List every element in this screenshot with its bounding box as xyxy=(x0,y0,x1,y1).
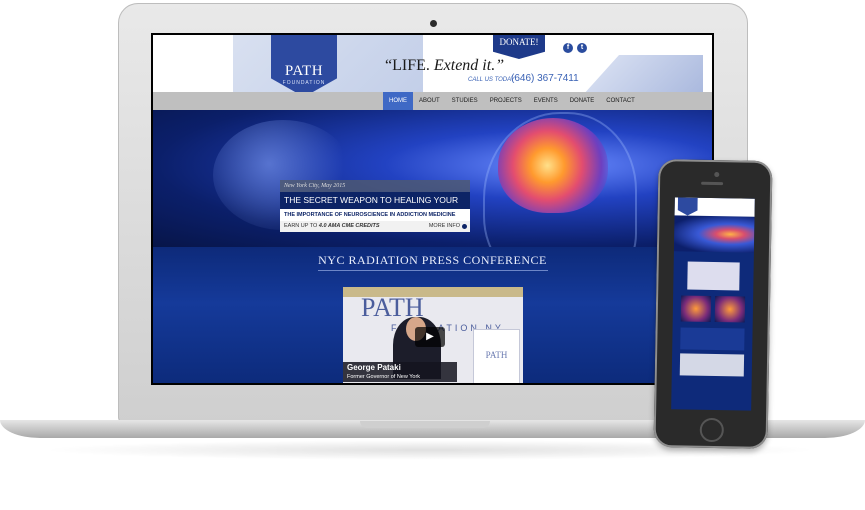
twitter-icon[interactable]: t xyxy=(577,43,587,53)
phone-frame xyxy=(653,159,773,449)
press-title: NYC RADIATION PRESS CONFERENCE xyxy=(318,253,547,267)
phone-camera-icon xyxy=(714,172,720,178)
video-podium-sign: PATH xyxy=(473,329,520,383)
camera-icon xyxy=(430,20,437,27)
phone-number[interactable]: (646) 367-7411 xyxy=(511,73,579,84)
promo-date: New York City, May 2015 xyxy=(280,180,470,192)
caption-role: Former Governor of New York xyxy=(347,374,421,380)
credits-value: 4.0 AMA CME CREDITS xyxy=(318,223,380,229)
phone-speaker xyxy=(701,181,724,186)
laptop-notch xyxy=(360,421,490,428)
hero-promo-card[interactable]: New York City, May 2015 THE SECRET WEAPO… xyxy=(280,180,470,242)
phone-logo xyxy=(678,197,698,215)
nav-projects[interactable]: PROJECTS xyxy=(484,92,528,110)
credits-prefix: EARN UP TO xyxy=(284,223,319,229)
podium-sign-text: PATH xyxy=(485,350,508,360)
path-logo[interactable]: PATH FOUNDATION xyxy=(271,35,337,92)
title-divider xyxy=(318,270,548,271)
phone-site-header xyxy=(674,197,755,217)
phone-screen xyxy=(671,197,755,411)
nav-events[interactable]: EVENTS xyxy=(528,92,564,110)
more-info-icon[interactable] xyxy=(462,224,467,229)
tagline-emphasis: Extend it.” xyxy=(433,57,505,74)
caption-name: George Pataki xyxy=(347,363,401,372)
nav-home[interactable]: HOME xyxy=(383,92,413,110)
phone-thumbnail-row xyxy=(680,295,746,323)
laptop-frame: PATH FOUNDATION “LIFE. Extend it.” CALL … xyxy=(118,3,748,423)
laptop-screen: PATH FOUNDATION “LIFE. Extend it.” CALL … xyxy=(151,33,714,385)
phone-thumbnail xyxy=(714,296,746,323)
nav-donate[interactable]: DONATE xyxy=(564,92,601,110)
phone-content-block xyxy=(679,353,745,377)
main-nav: HOME ABOUT STUDIES PROJECTS EVENTS DONAT… xyxy=(153,92,712,110)
press-video[interactable]: PATH FOUNDATION NY ▶ PATH George Pataki … xyxy=(343,287,523,383)
video-caption: George Pataki Former Governor of New Yor… xyxy=(343,362,457,382)
phone-content-block xyxy=(680,327,745,351)
nav-studies[interactable]: STUDIES xyxy=(446,92,484,110)
phone-press-title xyxy=(674,251,754,262)
hero-banner: New York City, May 2015 THE SECRET WEAPO… xyxy=(153,110,712,247)
more-info-link[interactable]: MORE INFO xyxy=(429,221,460,232)
website-viewport: PATH FOUNDATION “LIFE. Extend it.” CALL … xyxy=(153,35,712,383)
promo-title[interactable]: THE SECRET WEAPON TO HEALING YOUR BRAIN xyxy=(280,192,470,222)
donate-badge-button[interactable]: DONATE! xyxy=(493,35,545,59)
promo-footer: EARN UP TO 4.0 AMA CME CREDITS MORE INFO xyxy=(280,221,470,232)
phone-video-thumb xyxy=(687,261,740,291)
nav-about[interactable]: ABOUT xyxy=(413,92,446,110)
press-section: NYC RADIATION PRESS CONFERENCE PATH FOUN… xyxy=(153,247,712,383)
phone-home-button xyxy=(699,417,725,443)
phone-hero xyxy=(673,215,755,253)
promo-subtitle: THE IMPORTANCE OF NEUROSCIENCE IN ADDICT… xyxy=(280,209,470,221)
decorative-hexagons-right xyxy=(583,55,703,92)
play-icon[interactable]: ▶ xyxy=(415,327,445,347)
phone-thumbnail xyxy=(680,295,712,322)
site-header: PATH FOUNDATION “LIFE. Extend it.” CALL … xyxy=(153,35,712,92)
call-us-label: CALL US TODAY xyxy=(468,77,515,83)
tagline: “LIFE. Extend it.” xyxy=(385,57,504,75)
brain-image-glowing xyxy=(498,118,608,213)
tagline-start: “LIFE. xyxy=(385,57,430,74)
logo-text: PATH xyxy=(284,63,324,79)
facebook-icon[interactable]: f xyxy=(563,43,573,53)
nav-contact[interactable]: CONTACT xyxy=(600,92,641,110)
